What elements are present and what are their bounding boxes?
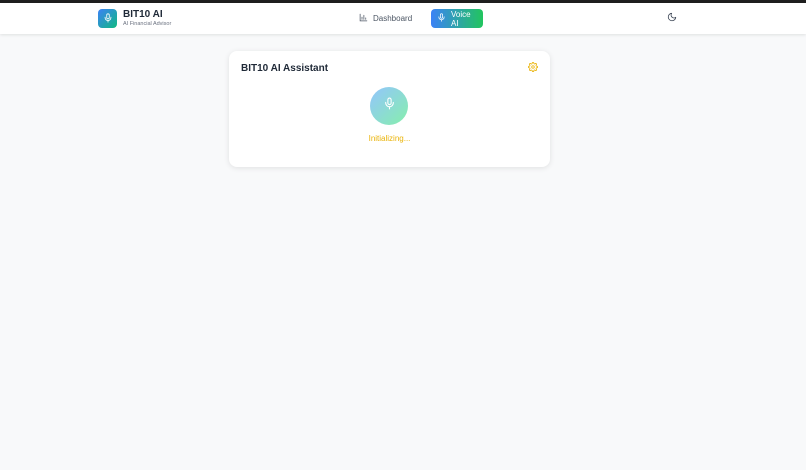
theme-toggle-button[interactable]	[666, 12, 678, 24]
moon-icon	[667, 9, 677, 27]
bar-chart-icon	[359, 13, 368, 24]
brand-title: BIT10 AI	[123, 9, 163, 20]
assistant-title: BIT10 AI Assistant	[241, 63, 329, 74]
status-text: Initializing...	[368, 134, 411, 143]
assistant-card: BIT10 AI Assistant Initializing...	[229, 51, 550, 167]
gear-icon	[528, 59, 538, 77]
main-nav: Dashboard Voice AI	[353, 9, 483, 28]
brand[interactable]: BIT10 AI AI Financial Advisor	[98, 9, 171, 28]
brand-logo	[98, 9, 117, 28]
nav-dashboard-label: Dashboard	[373, 14, 413, 23]
nav-dashboard[interactable]: Dashboard	[353, 9, 418, 28]
nav-voice-ai-label: Voice AI	[451, 9, 471, 28]
microphone-icon	[103, 10, 113, 28]
navbar: BIT10 AI AI Financial Advisor Dashboard	[0, 3, 806, 34]
microphone-icon	[383, 97, 396, 115]
microphone-icon	[437, 13, 446, 24]
nav-voice-ai[interactable]: Voice AI	[431, 9, 483, 28]
settings-button[interactable]	[528, 62, 538, 73]
microphone-button[interactable]	[370, 87, 408, 125]
brand-subtitle: AI Financial Advisor	[123, 21, 172, 27]
